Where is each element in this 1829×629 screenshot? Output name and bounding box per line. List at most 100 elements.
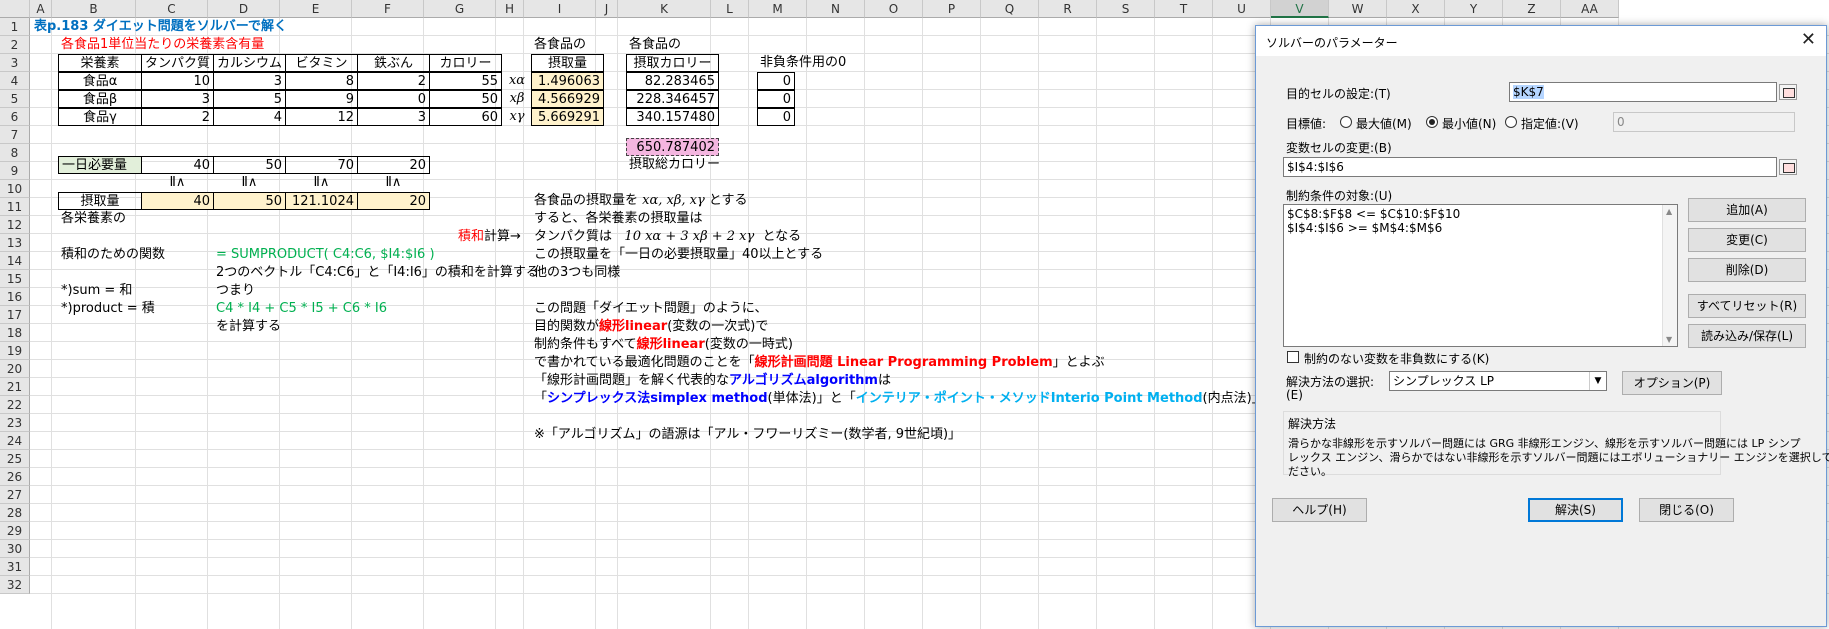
row-header-13[interactable]: 13 <box>0 234 30 252</box>
scroll-up-icon[interactable]: ▲ <box>1666 207 1672 216</box>
row-header-7[interactable]: 7 <box>0 126 30 144</box>
food-value[interactable]: 50 <box>429 90 502 108</box>
row-header-4[interactable]: 4 <box>0 72 30 90</box>
nutrient-intake-value[interactable]: 50 <box>213 192 286 210</box>
nutrient-intake-value[interactable]: 121.1024 <box>285 192 358 210</box>
row-header-19[interactable]: 19 <box>0 342 30 360</box>
row-header-31[interactable]: 31 <box>0 558 30 576</box>
row-header-16[interactable]: 16 <box>0 288 30 306</box>
row-header-27[interactable]: 27 <box>0 486 30 504</box>
select-all-corner[interactable] <box>0 0 30 18</box>
food-value[interactable]: 2 <box>357 72 430 90</box>
target-value-input[interactable]: 0 <box>1613 112 1795 132</box>
intake-calorie-cell[interactable]: 228.346457 <box>626 90 719 108</box>
intake-amount-cell[interactable]: 1.496063 <box>531 72 604 90</box>
column-header-O[interactable]: O <box>865 0 923 18</box>
column-header-Y[interactable]: Y <box>1445 0 1503 18</box>
row-header-6[interactable]: 6 <box>0 108 30 126</box>
row-header-22[interactable]: 22 <box>0 396 30 414</box>
row-header-12[interactable]: 12 <box>0 216 30 234</box>
column-header-I[interactable]: I <box>524 0 596 18</box>
food-value[interactable]: 3 <box>141 90 214 108</box>
row-header-3[interactable]: 3 <box>0 54 30 72</box>
row-header-1[interactable]: 1 <box>0 18 30 36</box>
food-value[interactable]: 3 <box>213 72 286 90</box>
row-header-20[interactable]: 20 <box>0 360 30 378</box>
row-header-21[interactable]: 21 <box>0 378 30 396</box>
column-header-G[interactable]: G <box>424 0 496 18</box>
column-header-D[interactable]: D <box>208 0 280 18</box>
row-header-30[interactable]: 30 <box>0 540 30 558</box>
daily-requirement-value[interactable]: 50 <box>213 156 286 174</box>
row-header-28[interactable]: 28 <box>0 504 30 522</box>
add-button[interactable]: 追加(A) <box>1688 198 1806 222</box>
nutrient-intake-value[interactable]: 20 <box>357 192 430 210</box>
food-value[interactable]: 55 <box>429 72 502 90</box>
dialog-titlebar[interactable]: ソルバーのパラメーター ✕ <box>1256 26 1826 56</box>
help-button[interactable]: ヘルプ(H) <box>1272 498 1367 522</box>
load-save-button[interactable]: 読み込み/保存(L) <box>1688 324 1806 348</box>
row-header-18[interactable]: 18 <box>0 324 30 342</box>
nonneg-zero-cell[interactable]: 0 <box>757 72 795 90</box>
column-header-C[interactable]: C <box>136 0 208 18</box>
column-header-AA[interactable]: AA <box>1561 0 1619 18</box>
food-value[interactable]: 0 <box>357 90 430 108</box>
row-header-14[interactable]: 14 <box>0 252 30 270</box>
row-header-9[interactable]: 9 <box>0 162 30 180</box>
reset-all-button[interactable]: すべてリセット(R) <box>1688 294 1806 318</box>
column-header-X[interactable]: X <box>1387 0 1445 18</box>
intake-amount-cell[interactable]: 5.669291 <box>531 108 604 126</box>
row-header-29[interactable]: 29 <box>0 522 30 540</box>
constraints-scrollbar[interactable]: ▲ ▼ <box>1662 205 1677 346</box>
change-button[interactable]: 変更(C) <box>1688 228 1806 252</box>
daily-requirement-value[interactable]: 70 <box>285 156 358 174</box>
chevron-down-icon[interactable]: ▼ <box>1589 372 1606 390</box>
constraint-item[interactable]: $I$4:$I$6 >= $M$4:$M$6 <box>1287 221 1460 235</box>
variable-cells-ref-icon[interactable] <box>1779 159 1797 175</box>
food-value[interactable]: 4 <box>213 108 286 126</box>
target-cell-ref-icon[interactable] <box>1779 84 1797 100</box>
close-icon[interactable]: ✕ <box>1801 29 1816 50</box>
column-header-V[interactable]: V <box>1271 0 1329 18</box>
row-header-11[interactable]: 11 <box>0 198 30 216</box>
row-header-2[interactable]: 2 <box>0 36 30 54</box>
intake-amount-cell[interactable]: 4.566929 <box>531 90 604 108</box>
total-calorie-cell[interactable]: 650.787402 <box>626 138 719 156</box>
food-value[interactable]: 3 <box>357 108 430 126</box>
row-header-23[interactable]: 23 <box>0 414 30 432</box>
row-header-24[interactable]: 24 <box>0 432 30 450</box>
row-header-8[interactable]: 8 <box>0 144 30 162</box>
column-header-J[interactable]: J <box>596 0 618 18</box>
row-header-25[interactable]: 25 <box>0 450 30 468</box>
close-button[interactable]: 閉じる(O) <box>1639 498 1734 522</box>
column-header-L[interactable]: L <box>711 0 749 18</box>
delete-button[interactable]: 削除(D) <box>1688 258 1806 282</box>
solve-button[interactable]: 解決(S) <box>1528 498 1623 522</box>
row-header-5[interactable]: 5 <box>0 90 30 108</box>
radio-min[interactable] <box>1426 116 1438 128</box>
food-value[interactable]: 10 <box>141 72 214 90</box>
scroll-down-icon[interactable]: ▼ <box>1666 335 1672 344</box>
column-header-Q[interactable]: Q <box>981 0 1039 18</box>
target-cell-input[interactable]: $K$7 <box>1509 82 1777 102</box>
column-header-H[interactable]: H <box>496 0 524 18</box>
column-header-U[interactable]: U <box>1213 0 1271 18</box>
food-value[interactable]: 2 <box>141 108 214 126</box>
options-button[interactable]: オプション(P) <box>1622 371 1722 395</box>
radio-max[interactable] <box>1340 116 1352 128</box>
column-header-E[interactable]: E <box>280 0 352 18</box>
column-header-A[interactable]: A <box>30 0 52 18</box>
column-header-B[interactable]: B <box>52 0 136 18</box>
row-header-10[interactable]: 10 <box>0 180 30 198</box>
constraints-listbox[interactable]: $C$8:$F$8 <= $C$10:$F$10 $I$4:$I$6 >= $M$… <box>1283 204 1678 347</box>
column-header-S[interactable]: S <box>1097 0 1155 18</box>
food-value[interactable]: 5 <box>213 90 286 108</box>
food-value[interactable]: 8 <box>285 72 358 90</box>
variable-cells-input[interactable]: $I$4:$I$6 <box>1283 157 1777 177</box>
nutrient-intake-value[interactable]: 40 <box>141 192 214 210</box>
food-value[interactable]: 9 <box>285 90 358 108</box>
column-header-N[interactable]: N <box>807 0 865 18</box>
constraint-item[interactable]: $C$8:$F$8 <= $C$10:$F$10 <box>1287 207 1460 221</box>
column-header-M[interactable]: M <box>749 0 807 18</box>
intake-calorie-cell[interactable]: 82.283465 <box>626 72 719 90</box>
